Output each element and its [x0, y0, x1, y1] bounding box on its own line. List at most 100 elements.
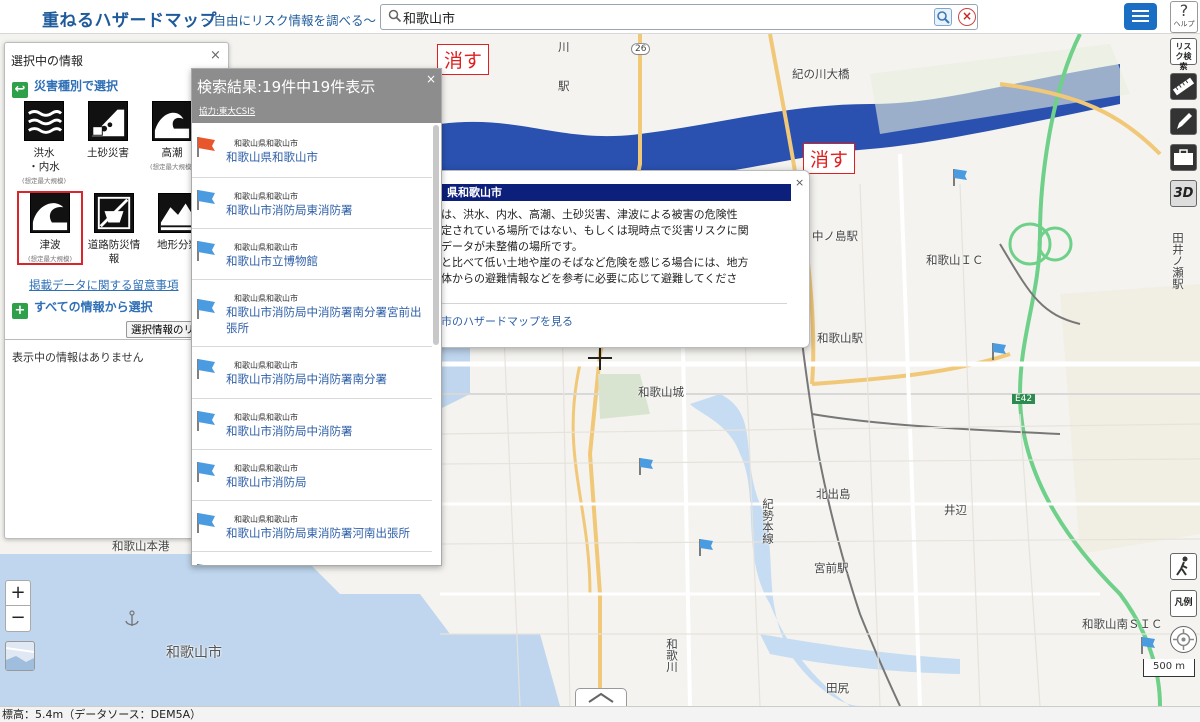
hazard-tsunami[interactable]: 津波 (想定最大規模) [17, 191, 83, 265]
basemap-switch-button[interactable] [5, 641, 35, 671]
collapse-panel-button[interactable] [575, 688, 627, 708]
popup-line: と比べて低い土地や崖のそばなど危険を感じる場合には、地方 [441, 256, 749, 269]
hamburger-icon [1132, 10, 1149, 12]
search-icon [388, 9, 402, 23]
result-name[interactable]: 和歌山市消防局 [226, 474, 426, 490]
measure-button[interactable] [1170, 73, 1197, 100]
toolbox-button[interactable] [1170, 144, 1197, 171]
map-flag-icon[interactable] [991, 342, 1007, 360]
flag-icon [197, 359, 215, 379]
draw-button[interactable] [1170, 108, 1197, 135]
hazard-label: 土砂災害 [87, 147, 129, 159]
result-name[interactable]: 和歌山市消防局東消防署 [226, 202, 426, 218]
map-label-nakanoshima: 中ノ島駅 [812, 229, 858, 243]
hazard-landslide[interactable]: 土砂災害 [77, 101, 139, 161]
result-item[interactable]: 和歌山県和歌山市和歌山市消防局北消防署紀伊分署 [192, 552, 432, 566]
section-disaster-type[interactable]: ↩ 災害種別で選択 [12, 77, 118, 98]
hazard-flood[interactable]: 洪水 ・内水 (想定最大規模) [13, 101, 75, 185]
hazard-map-link[interactable]: 市のハザードマップを見る [441, 313, 573, 329]
map-label-wakayama-ic: 和歌山ＩＣ [926, 253, 984, 267]
flag-icon [197, 462, 215, 482]
app-subtitle: 〜自由にリスク情報を調べる〜 [201, 13, 377, 28]
close-icon[interactable]: × [210, 48, 221, 63]
zoom-in-button[interactable]: + [6, 581, 30, 606]
result-name[interactable]: 和歌山県和歌山市 [226, 149, 426, 165]
storm-surge-icon [152, 101, 192, 141]
zoom-control: + − [5, 580, 31, 632]
help-label: ヘルプ [1173, 20, 1195, 28]
walk-mode-button[interactable] [1170, 553, 1197, 580]
zoom-out-button[interactable]: − [6, 606, 30, 631]
hamburger-line [1132, 15, 1149, 17]
results-title: 検索結果:19件中19件表示 [197, 78, 376, 96]
result-item[interactable]: 和歌山県和歌山市 和歌山市消防局 [192, 450, 432, 501]
erase-label-1[interactable]: 消す [437, 44, 490, 75]
panel-title: 選択中の情報 [11, 54, 84, 68]
hazard-road-info[interactable]: 道路防災情報 [83, 193, 145, 267]
location-info-popup: 県和歌山市 × は、洪水、内水、高潮、土砂災害、津波による被害の危険性 定されて… [430, 170, 810, 348]
hazard-label: 洪水 ・内水 [28, 147, 60, 173]
3d-button[interactable]: 3D [1170, 180, 1197, 207]
result-item[interactable]: 和歌山県和歌山市 和歌山市消防局中消防署南分署宮前出張所 [192, 280, 432, 347]
hazard-label: 道路防災情報 [87, 239, 141, 265]
result-prefecture: 和歌山県和歌山市 [234, 515, 298, 524]
section-all-info[interactable]: + すべての情報から選択 [12, 298, 153, 319]
plus-icon: + [12, 303, 28, 319]
flag-icon [197, 299, 215, 319]
popup-header: 県和歌山市 [441, 184, 791, 201]
walking-person-icon [1176, 556, 1188, 576]
result-name[interactable]: 和歌山市消防局中消防署南分署 [226, 371, 426, 387]
result-name[interactable]: 和歌山市消防局中消防署南分署宮前出張所 [226, 304, 426, 336]
status-bar: 標高：5.4m（データソース：DEM5A） [0, 706, 1200, 722]
hazard-label: 津波 [39, 239, 61, 251]
menu-button[interactable] [1124, 3, 1157, 30]
search-input[interactable] [403, 7, 933, 27]
erase-label-2[interactable]: 消す [803, 143, 856, 174]
risk-search-button[interactable]: リスク検索 [1170, 38, 1197, 71]
legend-button[interactable]: 凡例 [1170, 590, 1197, 617]
app-title[interactable]: 重ねるハザードマップ [42, 6, 217, 31]
map-flag-icon[interactable] [698, 538, 714, 556]
map-flag-icon[interactable] [638, 457, 654, 475]
scale-bar: 500 m [1143, 659, 1195, 677]
route-26-label: 26 [631, 43, 651, 55]
map-flag-icon[interactable] [1140, 636, 1156, 654]
result-name[interactable]: 和歌山市消防局中消防署 [226, 423, 426, 439]
map-label-wakayama-honko: 和歌山本港 [112, 539, 170, 553]
result-item[interactable]: 和歌山県和歌山市 和歌山県和歌山市 [192, 125, 432, 178]
close-icon[interactable]: × [795, 176, 804, 189]
app-header: 重ねるハザードマップ 〜自由にリスク情報を調べる〜 × ? ヘルプ [0, 0, 1200, 34]
result-item[interactable]: 和歌山県和歌山市 和歌山市消防局東消防署河南出張所 [192, 501, 432, 552]
result-item[interactable]: 和歌山県和歌山市 和歌山市消防局中消防署 [192, 399, 432, 450]
result-prefecture: 和歌山県和歌山市 [234, 413, 298, 422]
result-item[interactable]: 和歌山県和歌山市 和歌山市消防局中消防署南分署 [192, 347, 432, 399]
divider [441, 303, 787, 304]
result-prefecture: 和歌山県和歌山市 [234, 192, 298, 201]
popup-line: データが未整備の場所です。 [441, 240, 583, 253]
data-notice-link[interactable]: 掲載データに関する留意事項 [29, 277, 179, 293]
result-name[interactable]: 和歌山市立博物館 [226, 253, 426, 269]
locate-icon [1173, 629, 1194, 650]
result-name[interactable]: 和歌山市消防局東消防署河南出張所 [226, 525, 426, 541]
result-prefecture: 和歌山県和歌山市 [234, 565, 298, 566]
popup-body: は、洪水、内水、高潮、土砂災害、津波による被害の危険性 定されている場所ではない… [441, 207, 791, 287]
result-item[interactable]: 和歌山県和歌山市 和歌山市立博物館 [192, 229, 432, 280]
close-icon[interactable]: × [426, 72, 436, 86]
results-scrollbar[interactable] [433, 125, 439, 345]
search-button[interactable] [934, 8, 952, 26]
empty-message: 表示中の情報はありません [12, 351, 144, 364]
legend-label: 凡例 [1174, 598, 1193, 608]
popup-line: 体からの避難情報などを参考に必要に応じて避難してくださ [441, 272, 738, 285]
locate-button[interactable] [1170, 626, 1197, 653]
map-flag-icon[interactable] [952, 168, 968, 186]
result-item[interactable]: 和歌山県和歌山市 和歌山市消防局東消防署 [192, 178, 432, 229]
clear-search-button[interactable]: × [958, 8, 976, 26]
map-label-kawa: 川 [558, 40, 570, 54]
results-credit-link[interactable]: 協力:東大CSIS [199, 105, 255, 117]
map-label-wakayama-city: 和歌山市 [166, 645, 222, 661]
help-button[interactable]: ? ヘルプ [1170, 1, 1198, 33]
map-label-kitadejima: 北出島 [816, 487, 851, 501]
map-label-eki: 駅 [558, 79, 570, 93]
map-thumbnail-icon [5, 647, 35, 670]
flag-icon [197, 241, 215, 261]
